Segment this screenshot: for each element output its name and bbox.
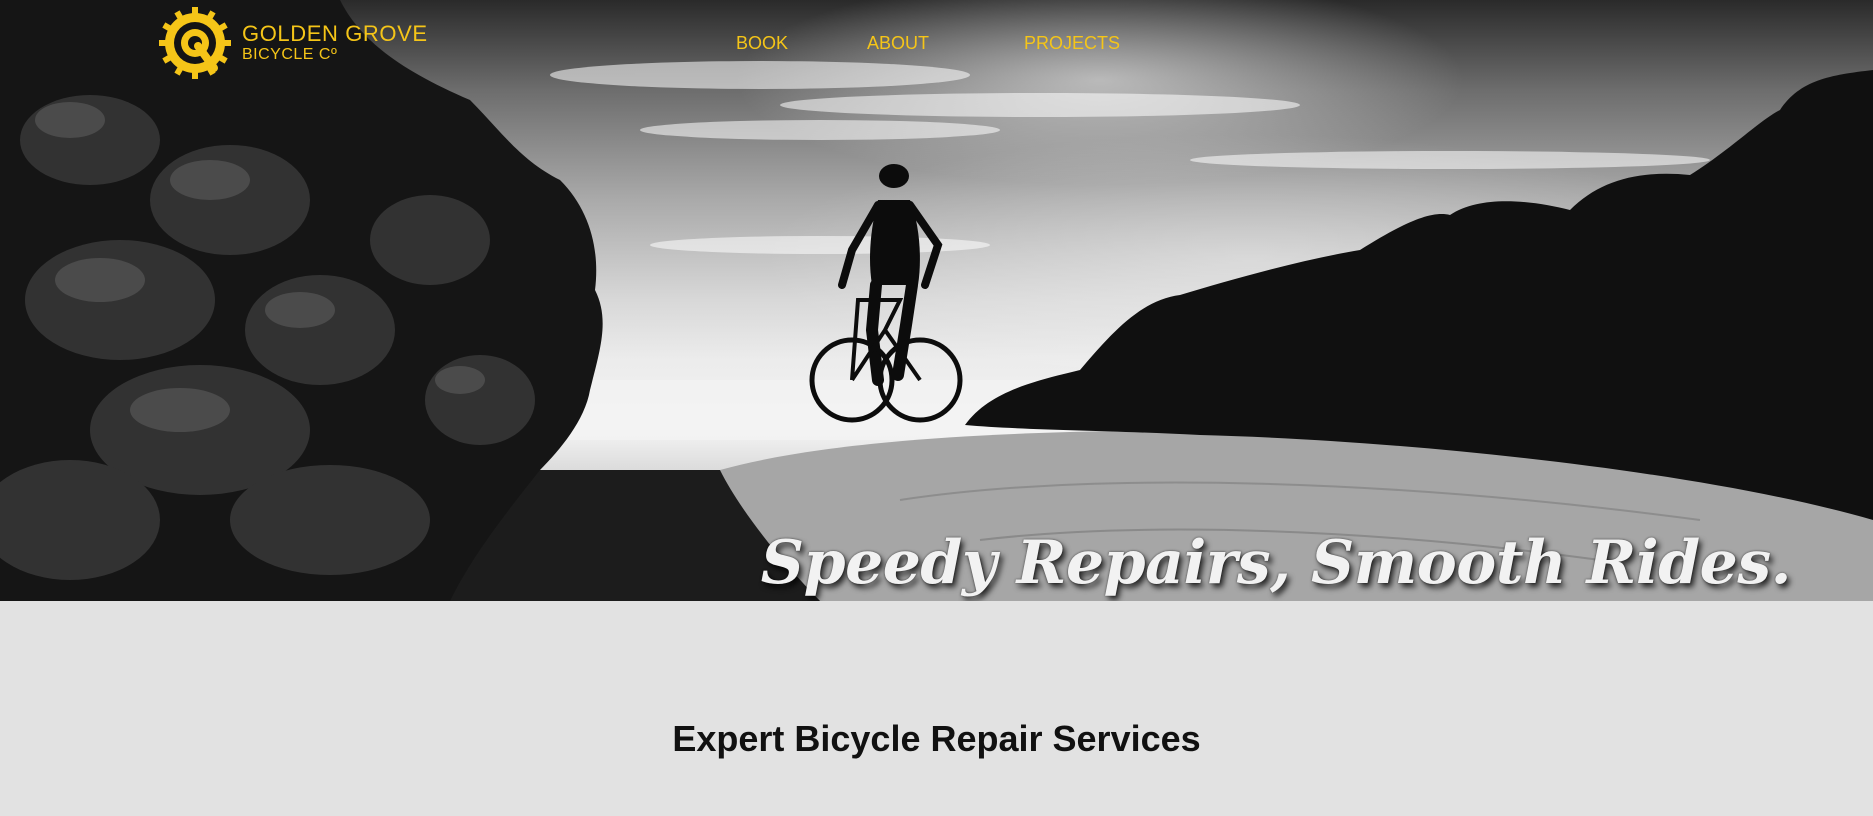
nav-link-book[interactable]: BOOK	[736, 33, 788, 54]
nav-link-projects[interactable]: PROJECTS	[1024, 33, 1120, 54]
hero-image	[0, 0, 1873, 601]
brand-name: GOLDEN GROVE BICYCLE Cº	[242, 23, 428, 63]
gear-icon	[159, 7, 231, 79]
brand-name-line1: GOLDEN GROVE	[242, 21, 428, 46]
hero-tagline: Speedy Repairs, Smooth Rides.	[760, 528, 1792, 598]
services-heading: Expert Bicycle Repair Services	[672, 718, 1201, 759]
site-header: GOLDEN GROVE BICYCLE Cº BOOK ABOUT PROJE…	[0, 0, 1873, 90]
brand-logo[interactable]: GOLDEN GROVE BICYCLE Cº	[158, 6, 428, 80]
brand-name-line2: BICYCLE Cº	[242, 46, 338, 63]
nav-link-about[interactable]: ABOUT	[867, 33, 929, 54]
hero-banner: GOLDEN GROVE BICYCLE Cº BOOK ABOUT PROJE…	[0, 0, 1873, 601]
